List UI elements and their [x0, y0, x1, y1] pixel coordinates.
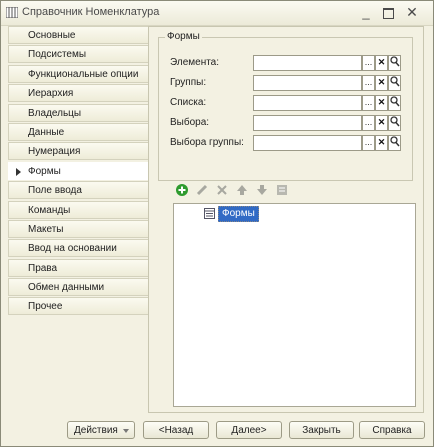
magnifier-icon — [389, 116, 400, 127]
edit-pencil-icon[interactable] — [195, 183, 209, 197]
form-row-group-choice: Выбора группы: ... ✕ — [170, 135, 415, 153]
form-icon — [204, 208, 215, 219]
sidebar-item-input-based-on[interactable]: Ввод на основании — [8, 239, 148, 258]
magnifier-icon — [389, 136, 400, 147]
forms-group: Формы Элемента: ... ✕ Группы: ... ✕ Спис… — [158, 31, 415, 181]
field-label: Списка: — [170, 97, 207, 108]
move-down-icon[interactable] — [255, 183, 269, 197]
move-up-icon[interactable] — [235, 183, 249, 197]
clear-button[interactable]: ✕ — [375, 135, 388, 151]
form-row-choice: Выбора: ... ✕ — [170, 115, 415, 133]
sidebar-item-forms[interactable]: Формы — [8, 161, 148, 180]
select-button[interactable]: ... — [362, 55, 375, 71]
add-icon[interactable] — [175, 183, 189, 197]
sidebar-item-functional-options[interactable]: Функциональные опции — [8, 64, 148, 83]
sidebar-item-templates[interactable]: Макеты — [8, 219, 148, 238]
clear-button[interactable]: ✕ — [375, 115, 388, 131]
app-icon — [6, 7, 18, 18]
form-row-group: Группы: ... ✕ — [170, 75, 415, 93]
element-form-input[interactable] — [253, 55, 362, 71]
sidebar-item-label: Формы — [28, 165, 61, 177]
sidebar-item-owners[interactable]: Владельцы — [8, 103, 148, 122]
sidebar-item-input-field[interactable]: Поле ввода — [8, 181, 148, 200]
forms-tree: Формы — [173, 203, 416, 407]
sidebar-item-podsistemy[interactable]: Подсистемы — [8, 45, 148, 64]
sidebar-item-rights[interactable]: Права — [8, 258, 148, 277]
sidebar-item-label: Данные — [28, 126, 65, 138]
maximize-button[interactable] — [379, 4, 397, 21]
group-title: Формы — [165, 31, 202, 42]
magnifier-icon — [389, 56, 400, 67]
clear-button[interactable]: ✕ — [375, 95, 388, 111]
back-button[interactable]: <Назад — [143, 421, 209, 439]
list-form-input[interactable] — [253, 95, 362, 111]
next-button[interactable]: Далее> — [216, 421, 282, 439]
clear-button[interactable]: ✕ — [375, 75, 388, 91]
selected-arrow-icon — [16, 167, 21, 176]
list-icon[interactable] — [275, 183, 289, 197]
select-button[interactable]: ... — [362, 95, 375, 111]
delete-icon[interactable] — [215, 183, 229, 197]
magnifier-icon — [389, 76, 400, 87]
tree-item-forms[interactable]: Формы — [218, 206, 259, 222]
sidebar-item-label: Подсистемы — [28, 49, 87, 61]
group-form-input[interactable] — [253, 75, 362, 91]
sidebar-item-osnovnye[interactable]: Основные — [8, 26, 148, 44]
clear-button[interactable]: ✕ — [375, 55, 388, 71]
sidebar-item-label: Поле ввода — [28, 185, 82, 197]
sidebar-item-data-exchange[interactable]: Обмен данными — [8, 278, 148, 297]
sidebar-item-label: Владельцы — [28, 107, 82, 119]
field-label: Элемента: — [170, 57, 220, 68]
dropdown-arrow-icon — [123, 429, 129, 433]
sidebar-item-numbering[interactable]: Нумерация — [8, 142, 148, 161]
sidebar: Основные Подсистемы Функциональные опции… — [8, 26, 148, 317]
sidebar-item-label: Прочее — [28, 301, 63, 313]
sidebar-item-label: Иерархия — [28, 88, 74, 100]
select-button[interactable]: ... — [362, 135, 375, 151]
magnifier-icon — [389, 96, 400, 107]
open-button[interactable] — [388, 115, 401, 131]
sidebar-item-other[interactable]: Прочее — [8, 297, 148, 316]
minimize-button[interactable]: _ — [357, 4, 375, 21]
field-label: Выбора: — [170, 117, 210, 128]
field-label: Выбора группы: — [170, 137, 244, 148]
help-button[interactable]: Справка — [359, 421, 425, 439]
form-row-element: Элемента: ... ✕ — [170, 55, 415, 73]
maximize-icon — [383, 8, 394, 19]
title-bar: Справочник Номенклатура _ ✕ — [1, 1, 433, 26]
sidebar-item-label: Макеты — [28, 223, 64, 235]
sidebar-item-label: Права — [28, 262, 58, 274]
form-row-list: Списка: ... ✕ — [170, 95, 415, 113]
select-button[interactable]: ... — [362, 115, 375, 131]
sidebar-item-label: Функциональные опции — [28, 68, 139, 80]
close-button[interactable]: Закрыть — [289, 421, 354, 439]
sidebar-item-label: Обмен данными — [28, 282, 105, 294]
actions-label: Действия — [74, 425, 118, 436]
sidebar-item-commands[interactable]: Команды — [8, 200, 148, 219]
sidebar-item-label: Нумерация — [28, 146, 81, 158]
forms-panel: Формы Элемента: ... ✕ Группы: ... ✕ Спис… — [148, 26, 424, 413]
open-button[interactable] — [388, 55, 401, 71]
sidebar-item-label: Команды — [28, 204, 71, 216]
field-label: Группы: — [170, 77, 207, 88]
sidebar-item-label: Основные — [28, 30, 76, 41]
sidebar-item-hierarchy[interactable]: Иерархия — [8, 84, 148, 103]
group-choice-form-input[interactable] — [253, 135, 362, 151]
sidebar-item-label: Ввод на основании — [28, 243, 117, 255]
open-button[interactable] — [388, 75, 401, 91]
window-title: Справочник Номенклатура — [22, 6, 160, 18]
sidebar-item-data[interactable]: Данные — [8, 122, 148, 141]
actions-button[interactable]: Действия — [67, 421, 135, 439]
open-button[interactable] — [388, 135, 401, 151]
select-button[interactable]: ... — [362, 75, 375, 91]
open-button[interactable] — [388, 95, 401, 111]
close-window-button[interactable]: ✕ — [403, 4, 421, 21]
choice-form-input[interactable] — [253, 115, 362, 131]
